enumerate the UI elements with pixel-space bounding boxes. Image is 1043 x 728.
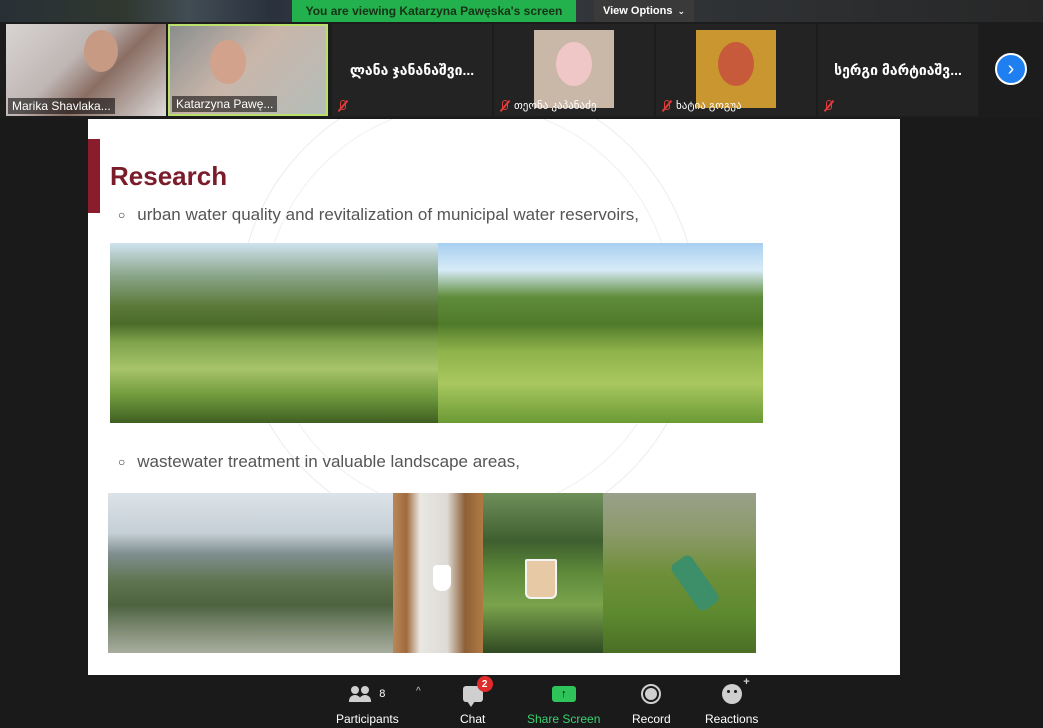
share-screen-icon: ↑ — [551, 686, 576, 702]
title-accent-bar — [88, 139, 100, 213]
bullet-item: ○ urban water quality and revitalization… — [118, 205, 639, 225]
bullet-text: urban water quality and revitalization o… — [137, 205, 639, 224]
record-icon — [641, 684, 662, 704]
participants-icon — [349, 686, 373, 702]
pipe-shape — [669, 553, 721, 613]
participant-mute-status — [336, 100, 348, 112]
participant-tile[interactable]: Marika Shavlaka... — [6, 24, 166, 116]
record-label: Record — [632, 712, 671, 726]
pond-photo-right — [438, 243, 763, 423]
view-options-label: View Options — [602, 5, 673, 17]
chat-unread-badge: 2 — [476, 676, 493, 692]
chevron-right-icon: › — [1007, 57, 1015, 80]
sample-cup-shape — [525, 559, 557, 599]
viewing-screen-text: You are viewing Katarzyna Pawęska's scre… — [305, 4, 563, 18]
meeting-toolbar: 8 Participants ^ 2 Chat ↑ Share Screen R… — [0, 676, 1043, 728]
viewing-screen-banner: You are viewing Katarzyna Pawęska's scre… — [292, 0, 576, 22]
bullet-text: wastewater treatment in valuable landsca… — [137, 452, 520, 471]
participants-options-caret-icon[interactable]: ^ — [416, 686, 421, 697]
restroom-photo — [393, 493, 483, 653]
shared-screen-slide: Research ○ urban water quality and revit… — [88, 119, 900, 675]
participant-video — [210, 40, 246, 84]
participant-tile-active-speaker[interactable]: Katarzyna Pawę... — [168, 24, 328, 116]
reactions-label: Reactions — [705, 712, 759, 726]
outflow-pipe-photo — [603, 493, 756, 653]
participant-name: Katarzyna Pawę... — [172, 96, 278, 112]
share-screen-label: Share Screen — [527, 712, 601, 726]
participants-button[interactable]: 8 Participants — [336, 682, 399, 726]
bullet-circle-icon: ○ — [118, 455, 126, 469]
participant-name: სერგი მარტიაშვ... — [834, 62, 962, 78]
chevron-down-icon: ⌄ — [677, 5, 686, 16]
bullet-circle-icon: ○ — [118, 208, 126, 222]
share-screen-button[interactable]: ↑ Share Screen — [527, 682, 600, 726]
mountain-landscape-photo — [108, 493, 393, 653]
zoom-meeting-window: You are viewing Katarzyna Pawęska's scre… — [0, 0, 1043, 728]
slide-title: Research — [110, 161, 228, 191]
participant-tile[interactable]: სერგი მარტიაშვ... — [818, 24, 978, 116]
toilet-shape — [433, 565, 451, 591]
mic-muted-icon — [822, 100, 834, 112]
water-sample-photo — [483, 493, 603, 653]
participant-avatar — [534, 30, 614, 108]
bullet-item: ○ wastewater treatment in valuable lands… — [118, 452, 520, 472]
chat-label: Chat — [460, 712, 486, 726]
next-page-button[interactable]: › — [995, 53, 1027, 85]
smiley-add-icon — [721, 676, 750, 704]
top-bar: You are viewing Katarzyna Pawęska's scre… — [0, 0, 1043, 22]
participant-video — [84, 30, 118, 72]
participant-mute-status — [822, 100, 834, 112]
participant-tile[interactable]: თეონა კაპანაძე — [494, 24, 654, 116]
avatar-face — [718, 42, 754, 86]
mic-muted-icon — [498, 99, 510, 112]
mic-muted-icon — [660, 99, 672, 112]
participant-mute-status: თეონა კაპანაძე — [498, 99, 596, 112]
participant-tile[interactable]: ლანა ჯანანაშვი... — [332, 24, 492, 116]
participant-tile[interactable]: ხატია გოგუა — [656, 24, 816, 116]
participant-strip: Marika Shavlaka... Katarzyna Pawę... ლან… — [0, 22, 1043, 118]
participant-avatar — [696, 30, 776, 108]
participant-mute-status: ხატია გოგუა — [660, 99, 742, 112]
chat-button[interactable]: 2 Chat — [460, 676, 493, 726]
avatar-face — [556, 42, 592, 86]
view-options-button[interactable]: View Options ⌄ — [594, 0, 694, 22]
participant-name: Marika Shavlaka... — [8, 98, 115, 114]
reactions-button[interactable]: Reactions — [705, 676, 759, 726]
mic-muted-icon — [336, 100, 348, 112]
participant-name: ხატია გოგუა — [676, 100, 742, 112]
pond-photo-left — [110, 243, 438, 423]
participants-label: Participants — [336, 712, 399, 726]
record-button[interactable]: Record — [632, 682, 671, 726]
participant-name: თეონა კაპანაძე — [514, 100, 597, 112]
participants-count: 8 — [379, 688, 386, 700]
participant-name: ლანა ჯანანაშვი... — [349, 62, 475, 78]
